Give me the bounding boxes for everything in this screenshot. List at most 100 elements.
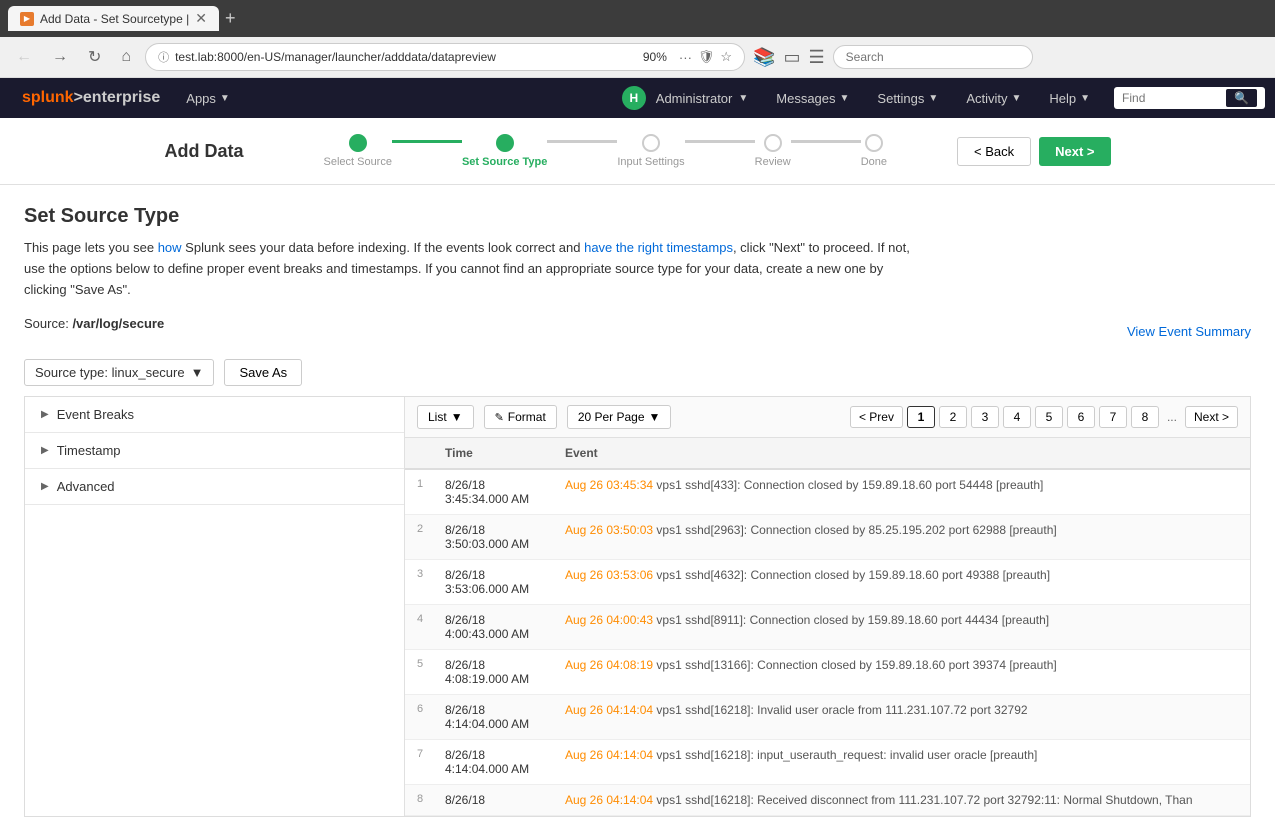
table-row: 2 8/26/183:50:03.000 AM Aug 26 03:50:03 … — [405, 515, 1250, 560]
page-4-button[interactable]: 4 — [1003, 406, 1031, 428]
event-timestamp: Aug 26 03:50:03 — [565, 523, 653, 537]
browser-nav-bar: ← → ↻ ⌂ ⓘ test.lab:8000/en-US/manager/la… — [0, 37, 1275, 78]
how-link[interactable]: how — [158, 240, 182, 255]
event-timestamp: Aug 26 04:08:19 — [565, 658, 653, 672]
per-page-dropdown[interactable]: 20 Per Page ▼ — [567, 405, 672, 429]
chevron-right-icon: ▶ — [41, 409, 49, 420]
settings-caret-icon: ▼ — [928, 93, 938, 104]
accordion-label-timestamp: Timestamp — [57, 443, 121, 458]
star-icon[interactable]: ☆ — [720, 49, 732, 65]
zoom-level[interactable]: 90% — [637, 48, 673, 66]
accordion-timestamp: ▶ Timestamp — [25, 433, 404, 469]
row-time: 8/26/18 — [435, 785, 555, 816]
sidebar-item-help[interactable]: Help ▼ — [1035, 78, 1104, 118]
sidebar-item-activity[interactable]: Activity ▼ — [952, 78, 1035, 118]
chevron-right-icon-3: ▶ — [41, 481, 49, 492]
page-5-button[interactable]: 5 — [1035, 406, 1063, 428]
prev-page-button[interactable]: < Prev — [850, 406, 903, 428]
more-options-icon[interactable]: ··· — [679, 50, 692, 65]
table-row: 5 8/26/184:08:19.000 AM Aug 26 04:08:19 … — [405, 650, 1250, 695]
event-timestamp: Aug 26 03:45:34 — [565, 478, 653, 492]
tab-close-icon[interactable]: ✕ — [195, 10, 207, 27]
row-event: Aug 26 04:14:04 vps1 sshd[16218]: input_… — [555, 740, 1250, 785]
accordion-advanced: ▶ Advanced — [25, 469, 404, 505]
row-event: Aug 26 04:08:19 vps1 sshd[13166]: Connec… — [555, 650, 1250, 695]
format-dropdown[interactable]: ✎ Format — [484, 405, 557, 429]
page-3-button[interactable]: 3 — [971, 406, 999, 428]
event-text: vps1 sshd[16218]: input_userauth_request… — [653, 748, 1037, 762]
find-input[interactable] — [1122, 91, 1222, 105]
back-nav-button[interactable]: ← — [10, 46, 38, 68]
source-type-dropdown[interactable]: Source type: linux_secure ▼ — [24, 359, 214, 386]
step-label-4: Review — [755, 156, 791, 168]
col-header-event: Event — [555, 438, 1250, 469]
page-2-button[interactable]: 2 — [939, 406, 967, 428]
next-page-button[interactable]: Next > — [1185, 406, 1238, 428]
row-number: 1 — [405, 469, 435, 515]
page-6-button[interactable]: 6 — [1067, 406, 1095, 428]
step-dot-4 — [764, 134, 782, 152]
view-event-summary-link[interactable]: View Event Summary — [1127, 324, 1251, 339]
splunk-logo: splunk>enterprise — [10, 89, 172, 107]
row-number: 3 — [405, 560, 435, 605]
back-button[interactable]: < Back — [957, 137, 1031, 166]
sidebar-icon[interactable]: ▭ — [784, 47, 801, 68]
browser-tab[interactable]: ▶ Add Data - Set Sourcetype | ✕ — [8, 6, 219, 31]
find-search-button[interactable]: 🔍 — [1226, 89, 1257, 107]
bookmark-icon[interactable]: 🛡 — [698, 49, 715, 65]
step-label-1: Select Source — [323, 156, 391, 168]
row-number: 7 — [405, 740, 435, 785]
step-dot-1 — [349, 134, 367, 152]
event-timestamp: Aug 26 04:14:04 — [565, 793, 653, 807]
library-icon[interactable]: 📚 — [753, 47, 775, 68]
lock-icon: ⓘ — [158, 49, 169, 65]
accordion-header-event-breaks[interactable]: ▶ Event Breaks — [25, 397, 404, 432]
accordion-header-timestamp[interactable]: ▶ Timestamp — [25, 433, 404, 468]
sidebar-item-administrator[interactable]: H Administrator ▼ — [608, 78, 762, 118]
events-table: Time Event 1 8/26/183:45:34.000 AM Aug 2… — [405, 438, 1250, 816]
page-1-button[interactable]: 1 — [907, 406, 935, 428]
new-tab-button[interactable]: + — [225, 8, 236, 29]
list-dropdown[interactable]: List ▼ — [417, 405, 474, 429]
row-event: Aug 26 04:14:04 vps1 sshd[16218]: Receiv… — [555, 785, 1250, 816]
address-bar[interactable]: ⓘ test.lab:8000/en-US/manager/launcher/a… — [145, 43, 745, 71]
messages-caret-icon: ▼ — [840, 93, 850, 104]
help-label: Help — [1049, 91, 1076, 106]
menu-icon[interactable]: ☰ — [809, 47, 825, 68]
sidebar-item-apps[interactable]: Apps ▼ — [172, 78, 244, 118]
sidebar-item-settings[interactable]: Settings ▼ — [863, 78, 952, 118]
right-panel: List ▼ ✎ Format 20 Per Page ▼ < Prev 1 — [405, 397, 1250, 816]
connector-3 — [685, 140, 755, 143]
sidebar-item-messages[interactable]: Messages ▼ — [762, 78, 863, 118]
row-number: 2 — [405, 515, 435, 560]
row-number: 5 — [405, 650, 435, 695]
save-as-button[interactable]: Save As — [224, 359, 302, 386]
splunk-nav: splunk>enterprise Apps ▼ H Administrator… — [0, 78, 1275, 118]
home-button[interactable]: ⌂ — [115, 46, 137, 68]
browser-search-input[interactable] — [833, 45, 1033, 69]
page-description: This page lets you see how Splunk sees y… — [24, 238, 924, 300]
event-text: vps1 sshd[4632]: Connection closed by 15… — [653, 568, 1050, 582]
event-text: vps1 sshd[16218]: Invalid user oracle fr… — [653, 703, 1027, 717]
page-8-button[interactable]: 8 — [1131, 406, 1159, 428]
format-pencil-icon: ✎ — [495, 411, 504, 424]
next-button[interactable]: Next > — [1039, 137, 1110, 166]
table-header-row: Time Event — [405, 438, 1250, 469]
left-panel: ▶ Event Breaks ▶ Timestamp ▶ Advanced — [25, 397, 405, 816]
step-done: Done — [861, 134, 887, 168]
source-path: Source: /var/log/secure — [24, 316, 164, 331]
row-number: 4 — [405, 605, 435, 650]
timestamps-link[interactable]: have the right timestamps — [584, 240, 733, 255]
per-page-caret-icon: ▼ — [649, 410, 661, 424]
settings-label: Settings — [877, 91, 924, 106]
step-set-source-type: Set Source Type — [462, 134, 547, 168]
reload-button[interactable]: ↻ — [82, 45, 107, 69]
browser-chrome: ▶ Add Data - Set Sourcetype | ✕ + — [0, 0, 1275, 37]
row-time: 8/26/183:50:03.000 AM — [435, 515, 555, 560]
row-number: 6 — [405, 695, 435, 740]
step-label-3: Input Settings — [617, 156, 684, 168]
table-row: 7 8/26/184:14:04.000 AM Aug 26 04:14:04 … — [405, 740, 1250, 785]
page-7-button[interactable]: 7 — [1099, 406, 1127, 428]
forward-nav-button[interactable]: → — [46, 46, 74, 68]
accordion-header-advanced[interactable]: ▶ Advanced — [25, 469, 404, 504]
